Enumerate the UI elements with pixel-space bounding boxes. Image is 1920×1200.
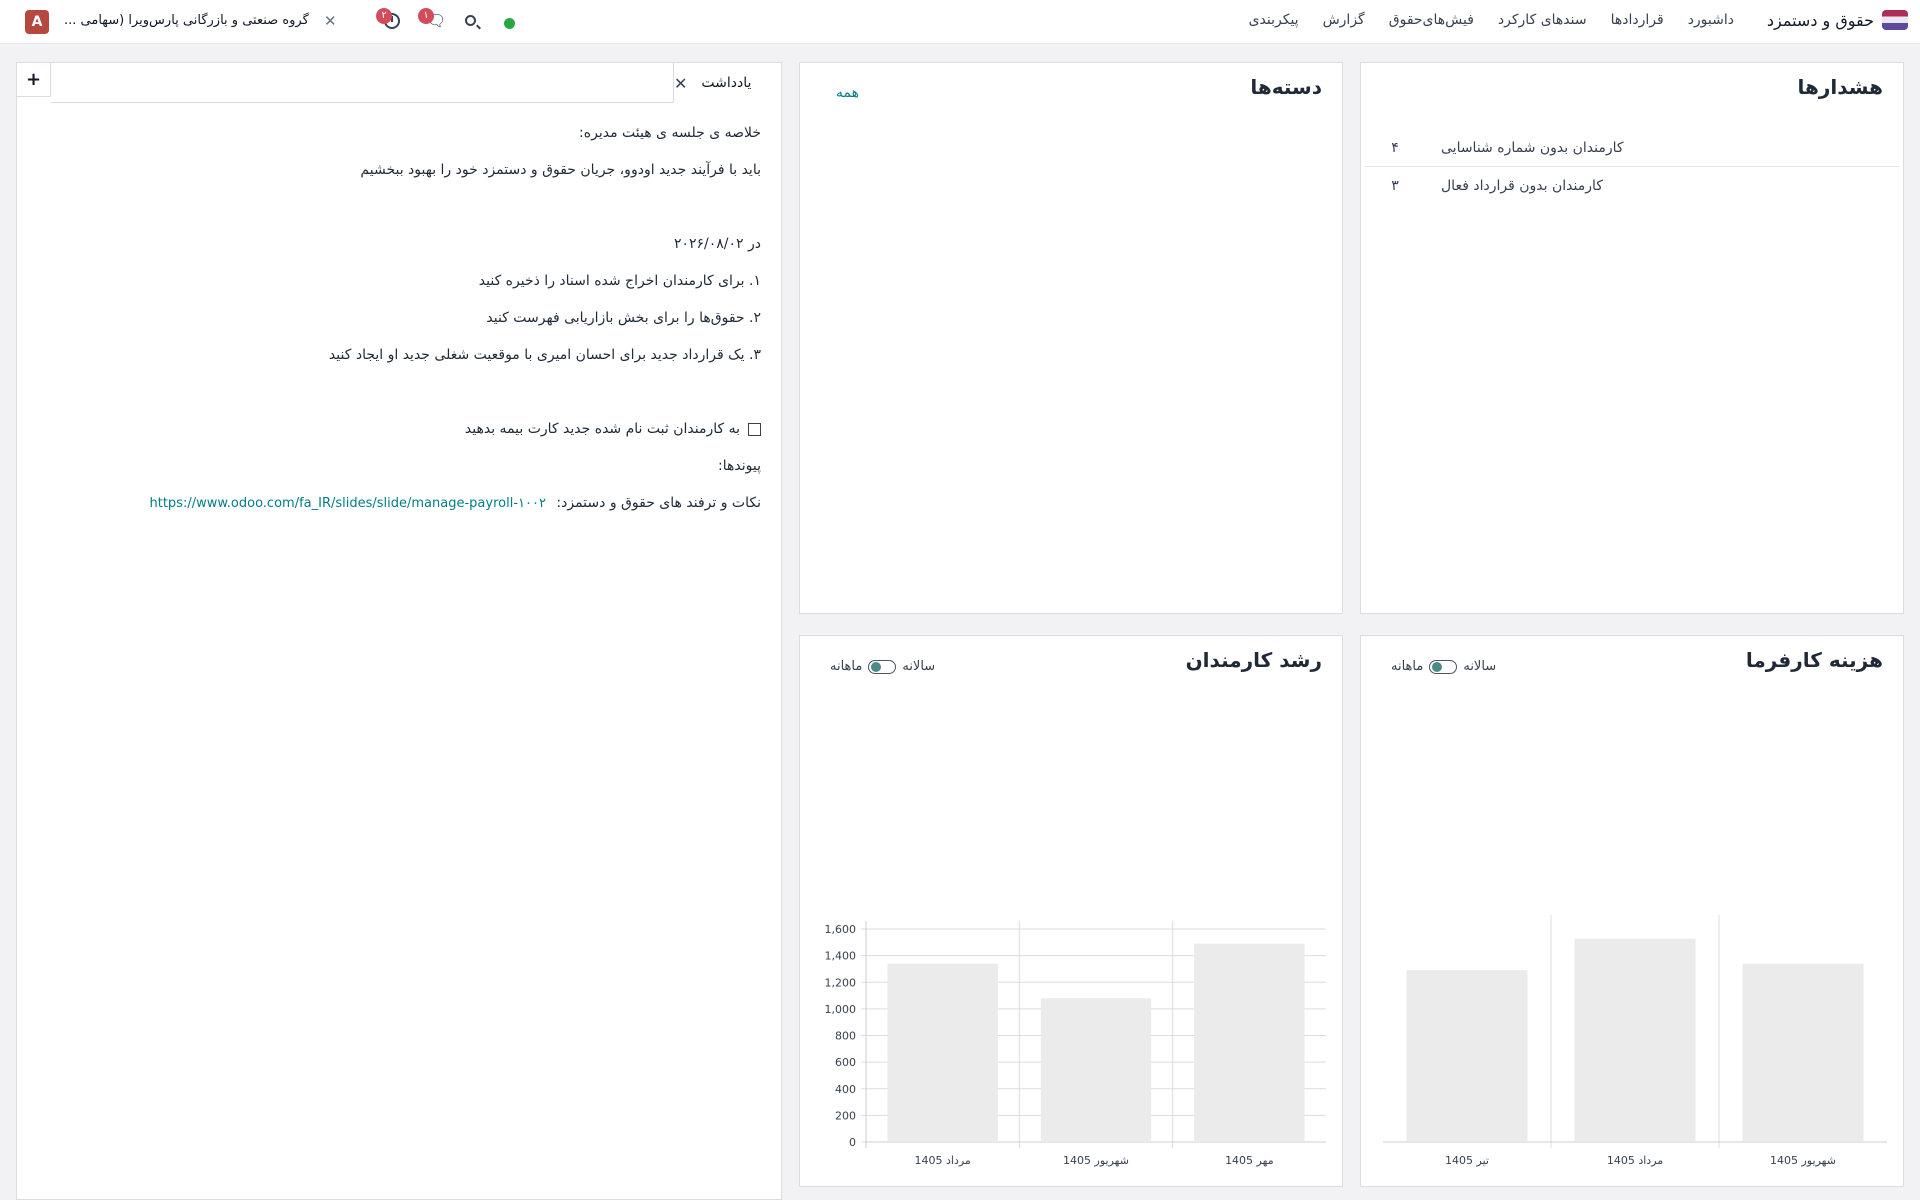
- presence-status-icon: [504, 18, 515, 29]
- chart-bar: [1574, 938, 1696, 1142]
- y-tick-label: 1,000: [825, 1003, 857, 1016]
- menu-work-entries[interactable]: سندهای کارکرد: [1498, 12, 1587, 28]
- employer-cost-chart: تیر 1405 مرداد 1405 شهریور 1405: [1383, 915, 1887, 1167]
- menu-configuration[interactable]: پیکربندی: [1249, 12, 1299, 28]
- note-tab-label[interactable]: یادداشت: [701, 75, 751, 91]
- note-line: خلاصه ی جلسه ی هیئت مدیره:: [579, 125, 761, 141]
- x-tick-label: مرداد 1405: [1607, 1154, 1663, 1167]
- chart-bar: [887, 963, 998, 1142]
- checklist-label: به کارمندان ثبت نام شده جدید کارت بیمه ب…: [464, 421, 740, 437]
- search-icon[interactable]: [465, 15, 476, 26]
- note-line: ۱. برای کارمندان اخراج شده اسناد را ذخیر…: [478, 273, 761, 289]
- note-editor[interactable]: خلاصه ی جلسه ی هیئت مدیره: باید با فرآین…: [37, 115, 761, 522]
- warning-label[interactable]: کارمندان بدون قرارداد فعال: [1441, 178, 1603, 194]
- note-line: [37, 189, 761, 226]
- warning-count[interactable]: ۳: [1365, 178, 1425, 194]
- categories-card: دسته‌ها همه: [799, 62, 1343, 614]
- warnings-title: هشدارها: [1797, 75, 1883, 99]
- employee-growth-card: رشد کارمندان ماهانه سالانه 0 200 400 600 800…: [799, 635, 1343, 1187]
- warnings-card: هشدارها ۴ کارمندان بدون شماره شناسایی ۳ …: [1360, 62, 1904, 614]
- menu-payslips[interactable]: فیش‌های‌حقوق: [1389, 12, 1474, 28]
- warning-count[interactable]: ۴: [1365, 140, 1425, 156]
- employee-growth-chart: 0 200 400 600 800 1,000 1,200 1,400 1,600 مرداد 1…: [825, 921, 1326, 1167]
- note-line: باید با فرآیند جدید اودوو، جریان حقوق و …: [360, 162, 761, 178]
- checklist-item[interactable]: به کارمندان ثبت نام شده جدید کارت بیمه ب…: [37, 411, 761, 448]
- debug-tools-icon[interactable]: ✕: [324, 12, 337, 30]
- checkbox[interactable]: [748, 422, 761, 436]
- chart-bar: [1194, 943, 1305, 1142]
- categories-all-link[interactable]: همه: [836, 85, 859, 101]
- y-tick-label: 400: [835, 1083, 856, 1096]
- menu-dashboard[interactable]: داشبورد: [1688, 12, 1734, 28]
- y-tick-label: 1,600: [825, 923, 857, 936]
- y-tick-label: 1,400: [825, 950, 857, 963]
- y-tick-label: 200: [835, 1109, 856, 1122]
- categories-title: دسته‌ها: [1250, 75, 1322, 99]
- menu-reporting[interactable]: گزارش: [1323, 12, 1365, 28]
- note-panel: + یادداشت ✕ خلاصه ی جلسه ی هیئت مدیره: ب…: [16, 62, 782, 1200]
- x-tick-label: تیر 1405: [1445, 1154, 1489, 1167]
- chat-badge: ۱: [418, 8, 434, 24]
- employer-cost-card: هزینه کارفرما ماهانه سالانه تیر 1405 مردا…: [1360, 635, 1904, 1187]
- payroll-app-icon[interactable]: [1882, 10, 1908, 30]
- tips-label: نکات و ترفند های حقوق و دستمزد:: [556, 495, 761, 511]
- y-tick-label: 0: [849, 1136, 856, 1149]
- x-tick-label: شهریور 1405: [1770, 1154, 1836, 1167]
- tips-line: نکات و ترفند های حقوق و دستمزد: https://…: [37, 485, 761, 522]
- menu-contracts[interactable]: قراردادها: [1611, 12, 1664, 28]
- note-line: ۳. یک قرارداد جدید برای احسان امیری با م…: [328, 347, 761, 363]
- x-tick-label: شهریور 1405: [1063, 1154, 1129, 1167]
- y-tick-label: 600: [835, 1056, 856, 1069]
- warning-row[interactable]: ۳ کارمندان بدون قرارداد فعال: [1365, 167, 1899, 205]
- x-tick-label: مهر 1405: [1225, 1154, 1274, 1167]
- y-tick-label: 800: [835, 1030, 856, 1043]
- company-switcher[interactable]: گروه صنعتی و بازرگانی پارس‌ویرا (سهامی .…: [64, 13, 309, 28]
- top-navbar: حقوق و دستمزد داشبورد قراردادها سندهای ک…: [0, 0, 1920, 44]
- app-title[interactable]: حقوق و دستمزد: [1767, 11, 1874, 30]
- warning-label[interactable]: کارمندان بدون شماره شناسایی: [1441, 140, 1624, 156]
- x-tick-label: مرداد 1405: [915, 1154, 971, 1167]
- add-note-button[interactable]: +: [17, 63, 51, 97]
- chart-bar: [1742, 963, 1864, 1142]
- y-tick-label: 1,200: [825, 976, 857, 989]
- systray: 🗨 ۱ ۲ ✕ گروه صنعتی و بازرگانی پارس‌ویرا …: [12, 8, 532, 35]
- user-avatar[interactable]: A: [25, 10, 49, 34]
- main-menu: داشبورد قراردادها سندهای کارکرد فیش‌های‌…: [1225, 12, 1734, 28]
- warnings-list: ۴ کارمندان بدون شماره شناسایی ۳ کارمندان…: [1365, 129, 1899, 205]
- activity-badge: ۲: [376, 8, 392, 24]
- note-line: [37, 374, 761, 411]
- note-tabs: + یادداشت ✕: [17, 63, 781, 103]
- links-heading: پیوندها:: [718, 458, 761, 474]
- note-tab-strip: [51, 63, 673, 103]
- app-brand[interactable]: حقوق و دستمزد: [1767, 10, 1908, 30]
- chart-bar: [1040, 998, 1152, 1142]
- note-line: ۲. حقوق‌ها را برای بخش بازاریابی فهرست ک…: [486, 310, 761, 326]
- tips-link[interactable]: https://www.odoo.com/fa_IR/slides/slide/…: [149, 496, 545, 511]
- close-icon[interactable]: ✕: [674, 74, 687, 93]
- warning-row[interactable]: ۴ کارمندان بدون شماره شناسایی: [1365, 129, 1899, 167]
- note-line: در ۲۰۲۶/۰۸/۰۲: [673, 236, 761, 252]
- chart-bar: [1406, 970, 1528, 1142]
- note-tab[interactable]: یادداشت ✕: [673, 63, 781, 103]
